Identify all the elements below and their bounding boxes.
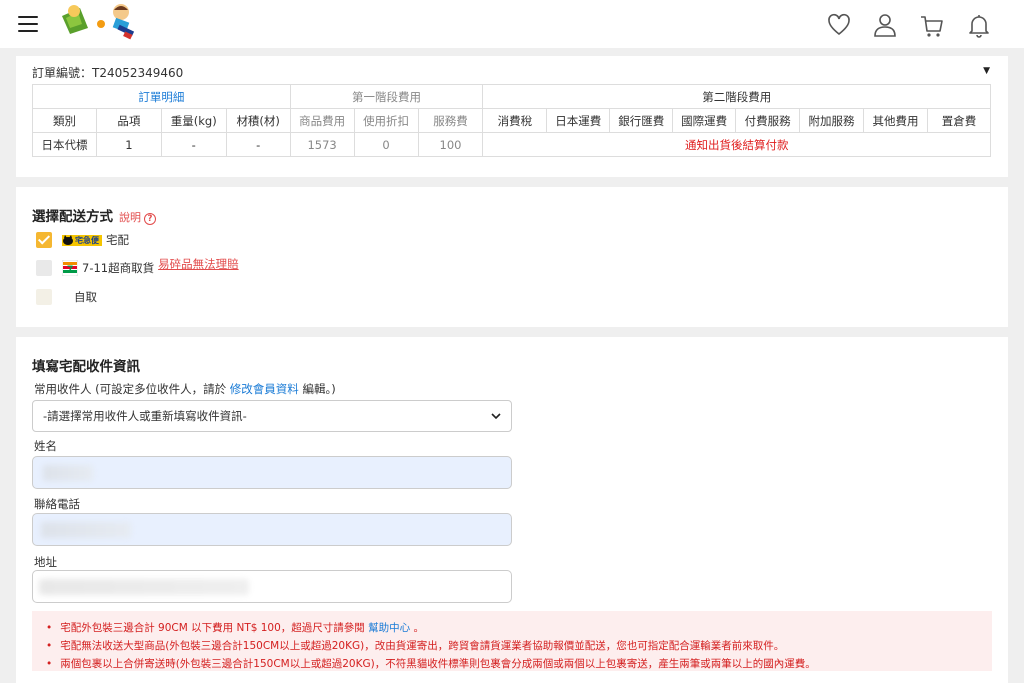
phone-input[interactable] <box>32 513 512 546</box>
column-header: 國際運費 <box>672 108 737 133</box>
shipping-option-self-pickup[interactable]: 自取 <box>36 288 97 306</box>
table-row: 日本代標 1 - - 1573 0 100 通知出貨後結算付款 <box>32 132 991 157</box>
table-cell: 日本代標 <box>32 132 97 157</box>
black-cat-icon <box>63 234 73 245</box>
order-number: 訂單編號：T24052349460 <box>32 66 184 80</box>
column-header: 其他費用 <box>863 108 928 133</box>
stage1-fee-header: 第一階段費用 <box>289 84 484 109</box>
collapse-caret-icon[interactable]: ▼ <box>983 66 990 76</box>
option-label: 宅配 <box>106 233 129 247</box>
option-label: 自取 <box>74 290 97 304</box>
saved-recipient-hint: 常用收件人 (可設定多位收件人，請於 修改會員資料 編輯。) <box>34 382 336 396</box>
column-header: 類別 <box>32 108 97 133</box>
table-cell: - <box>225 132 291 157</box>
edit-member-profile-link[interactable]: 修改會員資料 <box>230 382 299 396</box>
table-cell: 0 <box>353 132 419 157</box>
column-header: 材積(材) <box>225 108 291 133</box>
shipping-option-home-delivery[interactable]: 宅急便 宅配 <box>36 231 129 249</box>
question-icon[interactable]: ? <box>144 213 156 225</box>
order-detail-link[interactable]: 訂單明細 <box>32 84 291 109</box>
order-fee-table: 訂單明細 第一階段費用 第二階段費用 類別 品項 重量(kg) 材積(材) 商品… <box>32 84 992 157</box>
svg-text:7: 7 <box>67 264 73 276</box>
table-cell: 1573 <box>289 132 355 157</box>
stage2-note: 通知出貨後結算付款 <box>482 132 991 157</box>
black-cat-logo: 宅急便 <box>62 234 102 246</box>
notice-item: 宅配無法收送大型商品(外包裝三邊合計150CM以上或超過20KG)，改由貨運寄出… <box>46 637 980 655</box>
phone-label: 聯絡電話 <box>34 497 80 511</box>
top-navigation-bar <box>0 0 1024 48</box>
chevron-down-icon <box>491 413 501 419</box>
table-cell: 1 <box>95 132 162 157</box>
column-header: 付費服務 <box>735 108 801 133</box>
column-header: 重量(kg) <box>160 108 227 133</box>
notice-item: 宅配外包裝三邊合計 90CM 以下費用 NT$ 100，超過尺寸請參閱 幫助中心… <box>46 619 980 637</box>
table-cell: - <box>160 132 227 157</box>
column-header: 使用折扣 <box>353 108 419 133</box>
brand-logo[interactable] <box>58 2 138 44</box>
checkbox-unchecked[interactable] <box>36 260 52 276</box>
shipping-notice-box: 宅配外包裝三邊合計 90CM 以下費用 NT$ 100，超過尺寸請參閱 幫助中心… <box>32 611 992 671</box>
column-header: 消費稅 <box>482 108 548 133</box>
column-header: 服務費 <box>417 108 484 133</box>
recipient-section-title: 填寫宅配收件資訊 <box>32 359 140 375</box>
saved-recipient-select[interactable]: -請選擇常用收件人或重新填寫收件資訊- <box>32 400 512 432</box>
table-column-header-row: 類別 品項 重量(kg) 材積(材) 商品費用 使用折扣 服務費 消費稅 日本運… <box>32 108 992 133</box>
hamburger-menu-icon[interactable] <box>18 16 38 32</box>
table-group-header-row: 訂單明細 第一階段費用 第二階段費用 <box>32 84 991 109</box>
7-11-icon: 7 <box>62 260 78 276</box>
option-label: 7-11超商取貨 <box>82 261 155 275</box>
name-label: 姓名 <box>34 439 57 453</box>
column-header: 置倉費 <box>926 108 992 133</box>
bell-icon[interactable] <box>966 12 992 38</box>
stage2-fee-header: 第二階段費用 <box>482 84 991 109</box>
checkbox-checked[interactable] <box>36 232 52 248</box>
order-summary-card: 訂單編號：T24052349460 ▼ 訂單明細 第一階段費用 第二階段費用 類… <box>16 56 1008 177</box>
help-center-link[interactable]: 幫助中心 <box>368 622 410 634</box>
shipping-option-711-pickup[interactable]: 7 7-11超商取貨 易碎品無法理賠 <box>36 256 239 277</box>
column-header: 銀行匯費 <box>609 108 674 133</box>
recipient-info-card: 填寫宅配收件資訊 常用收件人 (可設定多位收件人，請於 修改會員資料 編輯。) … <box>16 337 1008 683</box>
heart-icon[interactable] <box>826 12 852 38</box>
column-header: 日本運費 <box>546 108 611 133</box>
address-input[interactable] <box>32 570 512 603</box>
column-header: 商品費用 <box>289 108 355 133</box>
shipping-section-title: 選擇配送方式 說明? <box>32 205 156 225</box>
checkbox-unchecked[interactable] <box>36 289 52 305</box>
fragile-notice-link[interactable]: 易碎品無法理賠 <box>158 256 239 272</box>
address-label: 地址 <box>34 555 57 569</box>
user-icon[interactable] <box>872 12 898 38</box>
column-header: 品項 <box>95 108 162 133</box>
column-header: 附加服務 <box>799 108 864 133</box>
table-cell: 100 <box>417 132 484 157</box>
cart-icon[interactable] <box>919 12 945 38</box>
name-input[interactable] <box>32 456 512 489</box>
shipping-method-card: 選擇配送方式 說明? 宅急便 宅配 7 7-11超商取貨 易碎品無法理賠 自取 <box>16 187 1008 327</box>
notice-item: 兩個包裹以上合併寄送時(外包裝三邊合計150CM以上或超過20KG)，不符黑貓收… <box>46 655 980 673</box>
shipping-help-link[interactable]: 說明 <box>119 211 141 224</box>
